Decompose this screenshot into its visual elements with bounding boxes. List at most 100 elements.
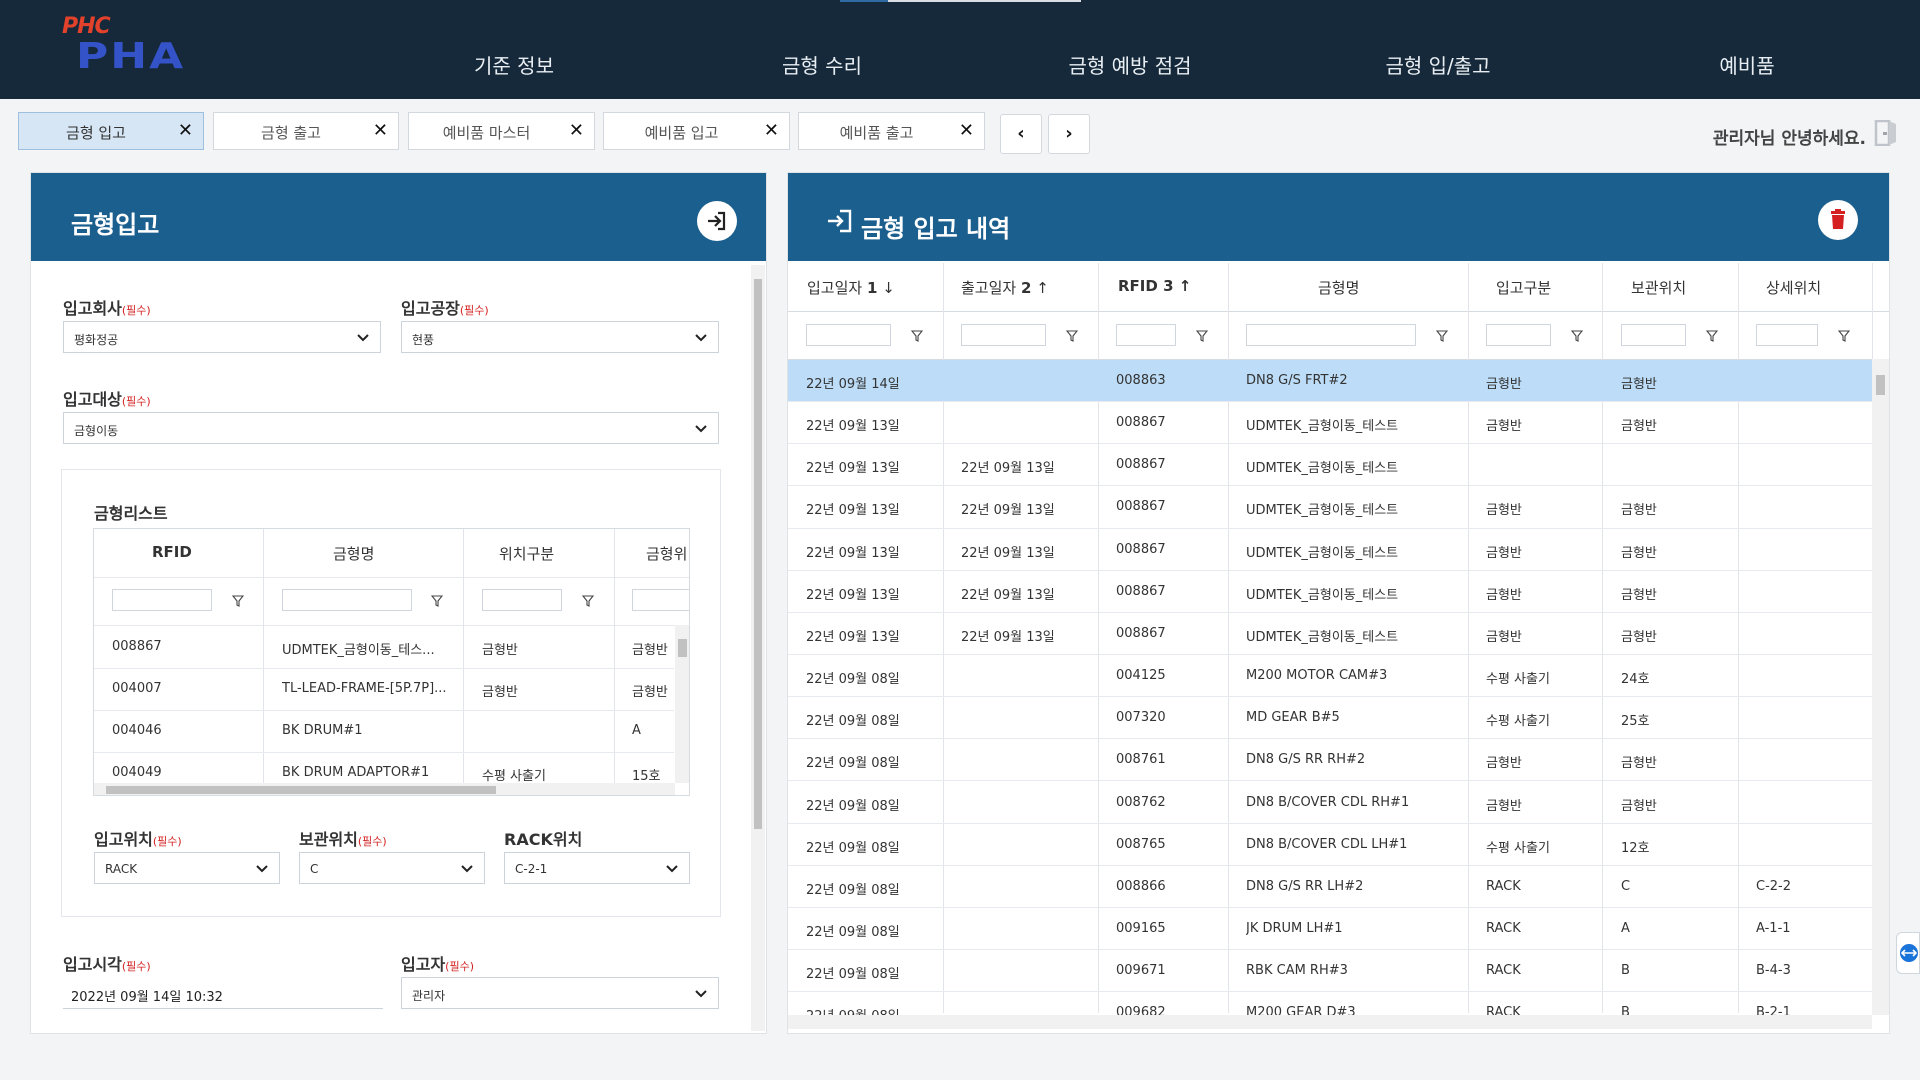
table-cell[interactable]: 22년 09월 13일	[961, 626, 1055, 645]
table-cell[interactable]: 004046	[112, 723, 162, 738]
table-cell[interactable]: 15호	[632, 765, 672, 784]
rack-select[interactable]: C-2-1	[504, 852, 690, 884]
table-cell[interactable]: BK DRUM ADAPTOR#1	[282, 765, 457, 780]
table-cell[interactable]: 008863	[1116, 373, 1166, 388]
tab-prev-button[interactable]: ‹	[1000, 114, 1042, 154]
table-cell[interactable]: 22년 09월 08일	[806, 879, 900, 898]
table-cell[interactable]: 금형반	[482, 681, 518, 700]
grid-horizontal-scrollbar[interactable]	[94, 783, 675, 795]
table-cell[interactable]: UDMTEK_금형이동_테스트	[1246, 584, 1398, 603]
column-header-detail-location[interactable]: 상세위치	[1766, 277, 1821, 298]
table-cell[interactable]: 008867	[1116, 542, 1166, 557]
tab-mold-in[interactable]: 금형 입고 ✕	[18, 112, 204, 150]
table-cell[interactable]: 22년 09월 13일	[961, 584, 1055, 603]
tab-mold-out[interactable]: 금형 출고 ✕	[213, 112, 399, 150]
table-cell[interactable]: 009671	[1116, 963, 1166, 978]
filter-icon[interactable]	[911, 330, 923, 342]
history-horizontal-scrollbar[interactable]	[788, 1015, 1872, 1029]
table-cell[interactable]: B-4-3	[1756, 963, 1791, 978]
table-cell[interactable]: 008867	[1116, 584, 1166, 599]
table-cell[interactable]: 금형반	[1621, 626, 1657, 645]
filter-icon[interactable]	[1436, 330, 1448, 342]
table-cell[interactable]: 008867	[1116, 626, 1166, 641]
table-cell[interactable]: 25호	[1621, 710, 1650, 729]
table-cell[interactable]: 008867	[1116, 457, 1166, 472]
filter-input-mold-name[interactable]	[282, 589, 412, 611]
filter-input-mold-location[interactable]	[632, 589, 689, 611]
column-header-rfid[interactable]: RFID 3 ↑	[1118, 277, 1191, 295]
table-cell[interactable]: C-2-2	[1756, 879, 1791, 894]
table-cell[interactable]: A	[1621, 921, 1630, 936]
table-cell[interactable]: UDMTEK_금형이동_테스...	[282, 639, 457, 658]
company-select[interactable]: 평화정공	[63, 321, 381, 353]
table-cell[interactable]: 수평 사출기	[482, 765, 546, 784]
history-scrollbar-thumb[interactable]	[1876, 375, 1885, 395]
table-cell[interactable]: 금형반	[632, 681, 672, 700]
table-cell[interactable]: 007320	[1116, 710, 1166, 725]
table-cell[interactable]: 004049	[112, 765, 162, 780]
table-cell[interactable]: 22년 09월 13일	[806, 457, 900, 476]
tab-spare-out[interactable]: 예비품 출고 ✕	[798, 112, 985, 150]
grid-hscroll-thumb[interactable]	[106, 786, 496, 794]
filter-input-in-date[interactable]	[806, 324, 891, 346]
table-cell[interactable]: DN8 B/COVER CDL RH#1	[1246, 795, 1409, 810]
table-cell[interactable]: 22년 09월 13일	[961, 499, 1055, 518]
menu-item-mold-inout[interactable]: 금형 입/출고	[1385, 50, 1490, 79]
table-cell[interactable]: 22년 09월 08일	[806, 710, 900, 729]
table-cell[interactable]: 004125	[1116, 668, 1166, 683]
table-cell[interactable]: 22년 09월 14일	[806, 373, 900, 392]
filter-input-out-date[interactable]	[961, 324, 1046, 346]
plant-select[interactable]: 현풍	[401, 321, 719, 353]
table-cell[interactable]: JK DRUM LH#1	[1246, 921, 1343, 936]
close-icon[interactable]: ✕	[373, 120, 388, 141]
table-cell[interactable]: 수평 사출기	[1486, 668, 1550, 687]
form-scrollbar-thumb[interactable]	[754, 279, 762, 829]
table-cell[interactable]: RACK	[1486, 879, 1521, 894]
table-cell[interactable]: 009165	[1116, 921, 1166, 936]
submit-in-button[interactable]	[697, 201, 737, 241]
table-cell[interactable]: TL-LEAD-FRAME-[5P.7P]...	[282, 681, 457, 696]
filter-input-detail-location[interactable]	[1756, 324, 1818, 346]
table-cell[interactable]: 22년 09월 13일	[806, 542, 900, 561]
table-cell[interactable]: UDMTEK_금형이동_테스트	[1246, 499, 1398, 518]
table-cell[interactable]: 22년 09월 08일	[806, 795, 900, 814]
table-cell[interactable]: 금형반	[1621, 415, 1657, 434]
table-cell[interactable]: UDMTEK_금형이동_테스트	[1246, 415, 1398, 434]
table-cell[interactable]: 금형반	[1486, 373, 1522, 392]
table-cell[interactable]: 금형반	[1621, 795, 1657, 814]
tab-next-button[interactable]: ›	[1048, 114, 1090, 154]
in-person-select[interactable]: 관리자	[401, 977, 719, 1009]
filter-icon[interactable]	[232, 595, 244, 607]
filter-icon[interactable]	[1196, 330, 1208, 342]
table-cell[interactable]: 008867	[112, 639, 162, 654]
menu-item-mold-repair[interactable]: 금형 수리	[782, 50, 862, 79]
column-header-mold-name[interactable]: 금형명	[1318, 277, 1359, 298]
table-cell[interactable]: 008866	[1116, 879, 1166, 894]
table-cell[interactable]: C	[1621, 879, 1630, 894]
table-cell[interactable]: 008765	[1116, 837, 1166, 852]
grid-vertical-scrollbar[interactable]	[675, 625, 689, 783]
table-cell[interactable]: 008762	[1116, 795, 1166, 810]
close-icon[interactable]: ✕	[959, 120, 974, 141]
table-cell[interactable]: A-1-1	[1756, 921, 1791, 936]
menu-item-spare-parts[interactable]: 예비품	[1719, 50, 1774, 79]
table-cell[interactable]: 수평 사출기	[1486, 710, 1550, 729]
filter-input-storage[interactable]	[1621, 324, 1686, 346]
remote-support-tab[interactable]	[1896, 932, 1920, 974]
tab-spare-master[interactable]: 예비품 마스터 ✕	[408, 112, 595, 150]
table-cell[interactable]: 22년 09월 13일	[961, 457, 1055, 476]
table-cell[interactable]: 008867	[1116, 499, 1166, 514]
table-cell[interactable]: 24호	[1621, 668, 1650, 687]
table-cell[interactable]: M200 MOTOR CAM#3	[1246, 668, 1387, 683]
table-cell[interactable]: 22년 09월 13일	[806, 626, 900, 645]
table-cell[interactable]: 22년 09월 13일	[806, 415, 900, 434]
table-cell[interactable]: UDMTEK_금형이동_테스트	[1246, 457, 1398, 476]
table-cell[interactable]: 금형반	[1486, 542, 1522, 561]
table-cell[interactable]: 금형반	[482, 639, 518, 658]
table-cell[interactable]: 22년 09월 08일	[806, 668, 900, 687]
table-cell[interactable]: MD GEAR B#5	[1246, 710, 1340, 725]
table-cell[interactable]: 금형반	[1621, 542, 1657, 561]
table-cell[interactable]: RACK	[1486, 921, 1521, 936]
in-location-select[interactable]: RACK	[94, 852, 280, 884]
table-cell[interactable]: RBK CAM RH#3	[1246, 963, 1348, 978]
